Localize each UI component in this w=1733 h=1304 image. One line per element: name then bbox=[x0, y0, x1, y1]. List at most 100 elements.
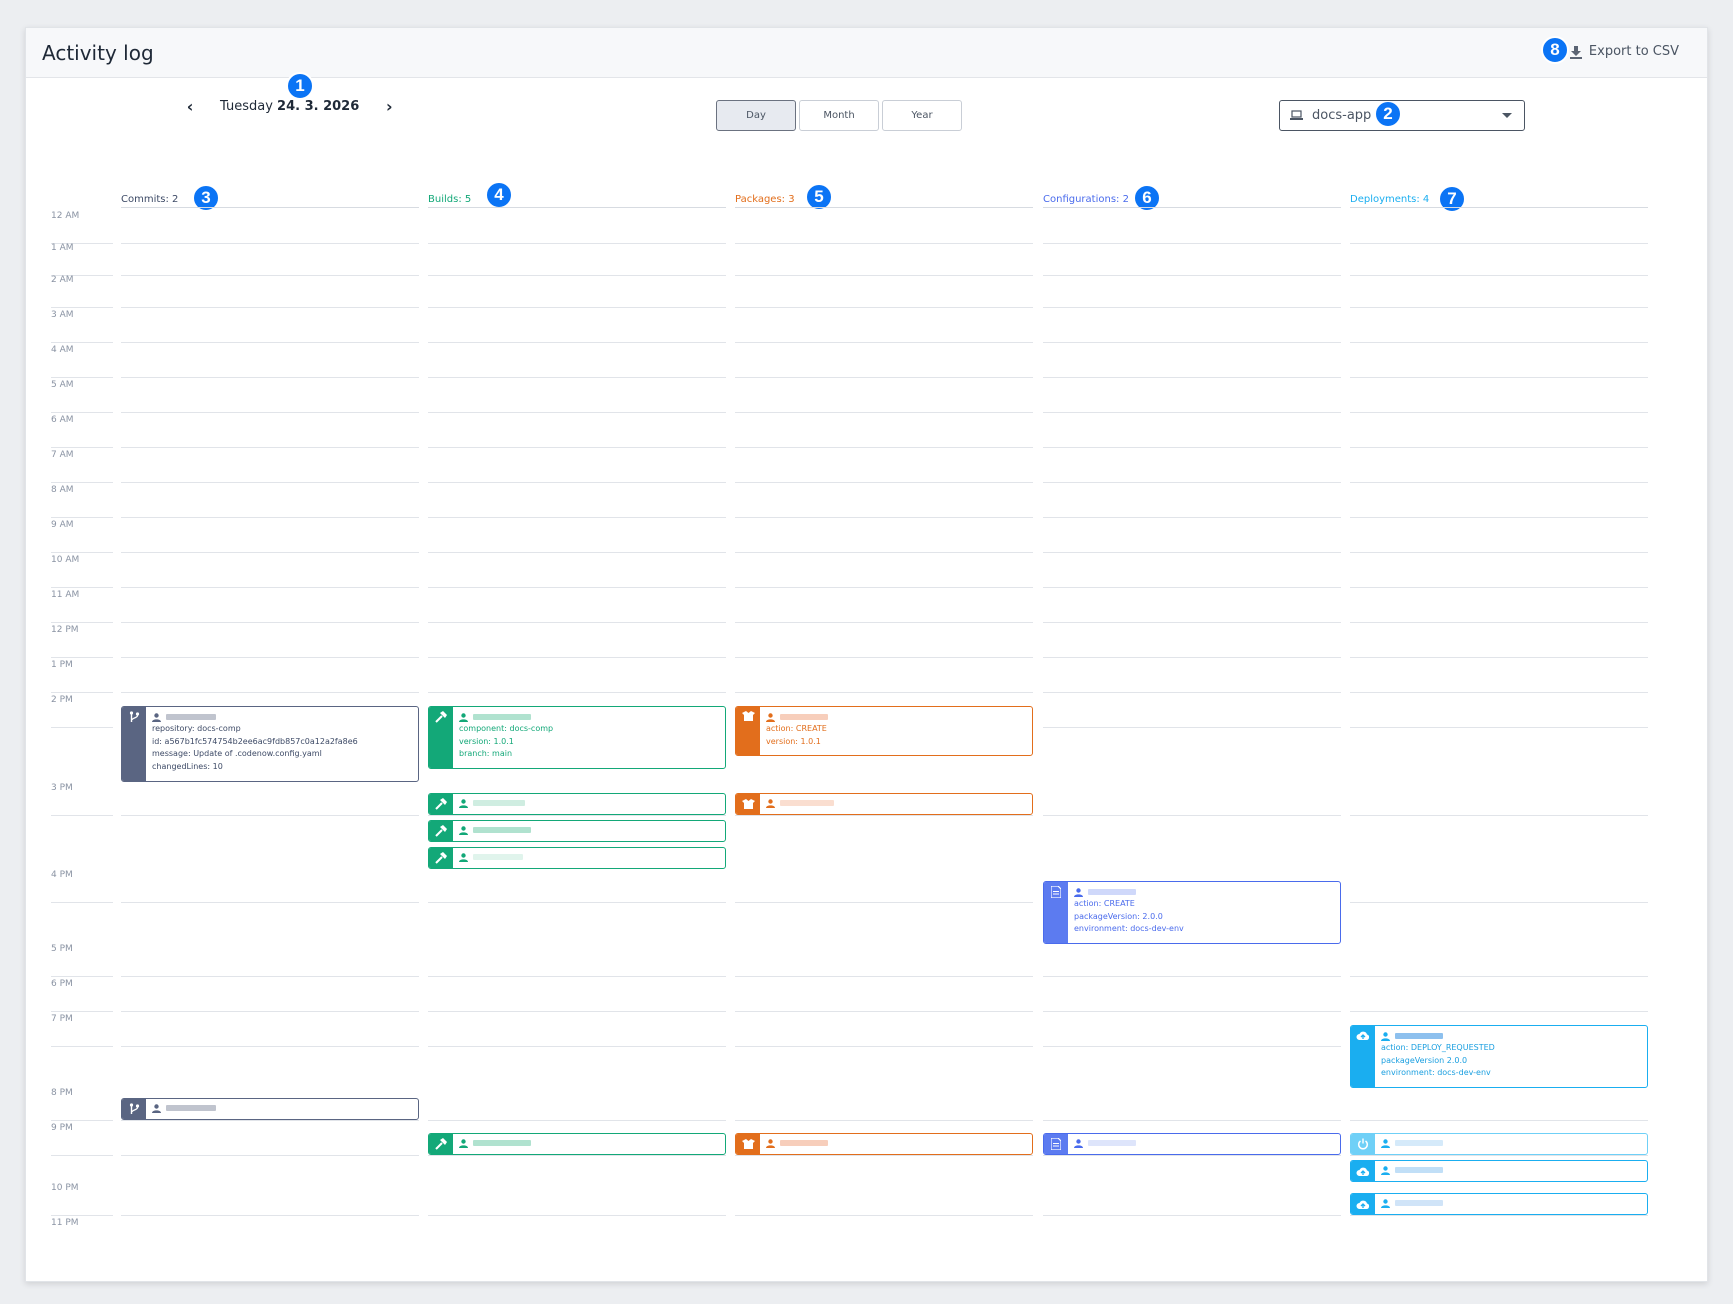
deployment-event[interactable] bbox=[1350, 1160, 1648, 1182]
build-event[interactable]: component: docs-comp version: 1.0.1 bran… bbox=[428, 706, 726, 769]
hour-gridline bbox=[1043, 692, 1341, 693]
configuration-package-version: packageVersion: 2.0.0 bbox=[1074, 911, 1163, 921]
hour-gridline bbox=[428, 412, 726, 413]
hour-gridline bbox=[1350, 517, 1648, 518]
hour-divider bbox=[51, 1046, 113, 1047]
column-header-divider bbox=[1350, 207, 1648, 208]
hour-gridline bbox=[1043, 657, 1341, 658]
hour-label: 5 PM bbox=[51, 944, 73, 954]
deployment-event[interactable] bbox=[1350, 1193, 1648, 1215]
hour-gridline bbox=[1350, 447, 1648, 448]
hour-gridline bbox=[1350, 482, 1648, 483]
column-header-commits: Commits: 2 bbox=[121, 194, 179, 205]
file-icon bbox=[1044, 882, 1068, 943]
configuration-action: action: CREATE bbox=[1074, 899, 1135, 908]
hour-label: 10 PM bbox=[51, 1183, 79, 1193]
hour-label: 12 PM bbox=[51, 625, 79, 635]
export-csv-button[interactable]: Export to CSV bbox=[1569, 44, 1679, 59]
build-branch: branch: main bbox=[459, 749, 513, 758]
commit-id: id: a567b1fc574754b2ee6ac9fdb857c0a12a2f… bbox=[152, 736, 358, 746]
hour-divider bbox=[51, 412, 113, 413]
package-action: action: CREATE bbox=[766, 724, 827, 733]
build-event[interactable] bbox=[428, 793, 726, 815]
hour-gridline bbox=[428, 517, 726, 518]
callout-badge-4: 4 bbox=[485, 181, 513, 209]
hour-gridline bbox=[121, 412, 419, 413]
commit-message: message: Update of .codenow.config.yaml bbox=[152, 749, 322, 758]
build-component: component: docs-comp bbox=[459, 724, 554, 733]
hour-gridline bbox=[428, 377, 726, 378]
previous-day-chevron-icon[interactable]: ‹ bbox=[180, 97, 200, 116]
hour-gridline bbox=[735, 902, 1033, 903]
hour-gridline bbox=[735, 1011, 1033, 1012]
build-event[interactable] bbox=[428, 820, 726, 842]
hour-gridline bbox=[1350, 243, 1648, 244]
hour-gridline bbox=[735, 243, 1033, 244]
package-event[interactable] bbox=[735, 793, 1033, 815]
hour-label: 4 AM bbox=[51, 345, 74, 355]
cloud-upload-icon bbox=[1351, 1194, 1375, 1214]
hour-gridline bbox=[1043, 1215, 1341, 1216]
hour-gridline bbox=[735, 815, 1033, 816]
hour-gridline bbox=[735, 1215, 1033, 1216]
power-icon bbox=[1351, 1134, 1375, 1154]
user-icon bbox=[1074, 887, 1083, 897]
next-day-chevron-icon[interactable]: › bbox=[379, 97, 399, 116]
deployment-event[interactable]: action: DEPLOY_REQUESTED packageVersion … bbox=[1350, 1025, 1648, 1088]
deployment-event[interactable] bbox=[1350, 1133, 1648, 1155]
build-event[interactable] bbox=[428, 847, 726, 869]
view-month-button[interactable]: Month bbox=[799, 100, 879, 131]
view-year-button[interactable]: Year bbox=[882, 100, 962, 131]
commit-event[interactable] bbox=[121, 1098, 419, 1120]
column-header-divider bbox=[1043, 207, 1341, 208]
hour-label: 12 AM bbox=[51, 211, 80, 221]
hour-label: 8 PM bbox=[51, 1088, 73, 1098]
hour-divider bbox=[51, 657, 113, 658]
hour-gridline bbox=[735, 692, 1033, 693]
deployment-environment: environment: docs-dev-env bbox=[1381, 1068, 1491, 1077]
user-icon bbox=[766, 798, 775, 808]
view-toggle: Day Month Year bbox=[716, 100, 965, 131]
application-select[interactable]: docs-app bbox=[1279, 100, 1525, 131]
build-event[interactable] bbox=[428, 1133, 726, 1155]
hour-gridline bbox=[121, 1011, 419, 1012]
hour-gridline bbox=[1043, 243, 1341, 244]
user-icon bbox=[1381, 1165, 1390, 1175]
hour-gridline bbox=[428, 1046, 726, 1047]
hour-divider bbox=[51, 517, 113, 518]
configuration-event[interactable] bbox=[1043, 1133, 1341, 1155]
branch-icon bbox=[122, 707, 146, 781]
hour-label: 1 AM bbox=[51, 243, 74, 253]
hour-gridline bbox=[121, 243, 419, 244]
hour-gridline bbox=[735, 622, 1033, 623]
hour-gridline bbox=[121, 377, 419, 378]
hour-label: 5 AM bbox=[51, 380, 74, 390]
commit-event[interactable]: repository: docs-comp id: a567b1fc574754… bbox=[121, 706, 419, 782]
hour-gridline bbox=[1350, 275, 1648, 276]
hour-gridline bbox=[1043, 1120, 1341, 1121]
column-header-deployments: Deployments: 4 bbox=[1350, 194, 1430, 205]
configuration-event[interactable]: action: CREATE packageVersion: 2.0.0 env… bbox=[1043, 881, 1341, 944]
hour-gridline bbox=[1043, 342, 1341, 343]
column-header-configurations: Configurations: 2 bbox=[1043, 194, 1129, 205]
hour-gridline bbox=[1043, 622, 1341, 623]
user-icon bbox=[459, 712, 468, 722]
hour-label: 9 PM bbox=[51, 1123, 73, 1133]
package-event[interactable] bbox=[735, 1133, 1033, 1155]
package-event[interactable]: action: CREATE version: 1.0.1 bbox=[735, 706, 1033, 756]
hour-divider bbox=[51, 587, 113, 588]
hour-divider bbox=[51, 447, 113, 448]
file-icon bbox=[1044, 1134, 1068, 1154]
box-icon bbox=[736, 707, 760, 755]
hammer-icon bbox=[429, 848, 453, 868]
hour-gridline bbox=[735, 1120, 1033, 1121]
hour-gridline bbox=[1043, 1046, 1341, 1047]
callout-badge-7: 7 bbox=[1438, 185, 1466, 213]
cloud-upload-icon bbox=[1351, 1161, 1375, 1181]
hour-gridline bbox=[428, 1120, 726, 1121]
application-select-value: docs-app bbox=[1312, 108, 1372, 123]
branch-icon bbox=[122, 1099, 146, 1119]
hour-label: 6 PM bbox=[51, 979, 73, 989]
hour-label: 7 AM bbox=[51, 450, 74, 460]
view-day-button[interactable]: Day bbox=[716, 100, 796, 131]
